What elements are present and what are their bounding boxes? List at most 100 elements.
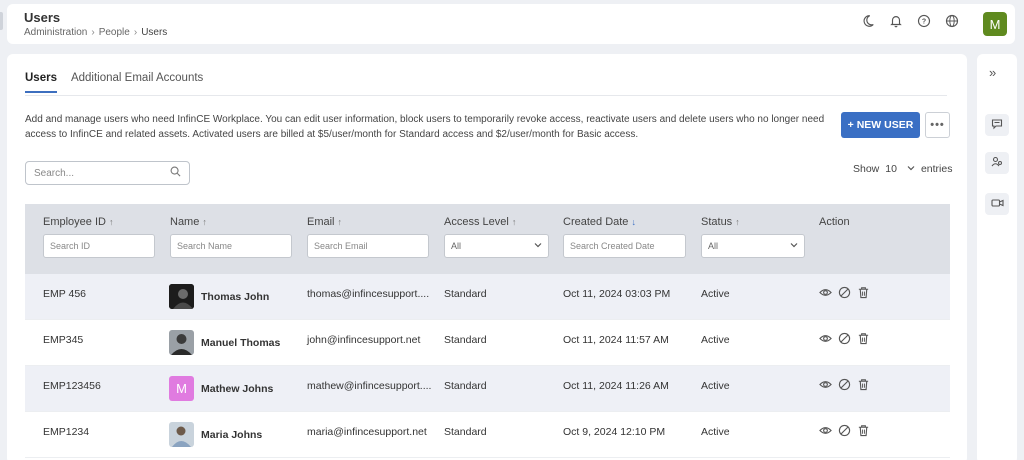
block-icon[interactable] (838, 286, 851, 302)
filter-name[interactable] (170, 234, 292, 258)
block-icon[interactable] (838, 332, 851, 348)
trash-icon[interactable] (857, 378, 870, 394)
filter-status-value: All (708, 241, 719, 251)
eye-icon[interactable] (819, 332, 832, 348)
row-actions (819, 286, 870, 302)
breadcrumb-administration[interactable]: Administration (24, 27, 87, 38)
sort-arrow-icon[interactable]: ↑ (109, 217, 114, 227)
column-name[interactable]: Name ↑ (170, 216, 207, 228)
filter-email[interactable] (307, 234, 429, 258)
search-box[interactable] (25, 161, 190, 185)
eye-icon[interactable] (819, 378, 832, 394)
cell-access-level: Standard (444, 380, 487, 392)
filter-name-input[interactable] (177, 241, 285, 251)
sort-arrow-icon[interactable]: ↑ (202, 217, 207, 227)
filter-status-select[interactable]: All (701, 234, 805, 258)
filter-id-input[interactable] (50, 241, 148, 251)
user-name: Mathew Johns (201, 382, 274, 395)
tab-additional-email-accounts[interactable]: Additional Email Accounts (71, 72, 203, 93)
users-table: Employee ID ↑ Name ↑ Email ↑ Access Level ↑ … (25, 204, 950, 458)
cell-status: Active (701, 334, 730, 346)
cell-access-level: Standard (444, 334, 487, 346)
trash-icon[interactable] (857, 332, 870, 348)
table-row[interactable]: EMP123456 M Mathew Johns mathew@infinces… (25, 366, 950, 412)
page-description: Add and manage users who need InfinCE Wo… (25, 114, 825, 140)
table-row[interactable]: EMP345 Manuel Thomas john@infincesupport… (25, 320, 950, 366)
cell-employee-id: EMP123456 (43, 380, 101, 392)
table-header: Employee ID ↑ Name ↑ Email ↑ Access Level ↑ … (25, 204, 950, 274)
filter-employee-id[interactable] (43, 234, 155, 258)
search-input[interactable] (34, 167, 154, 179)
breadcrumb-users: Users (141, 27, 168, 38)
column-label: Employee ID (43, 216, 106, 228)
filter-access-value: All (451, 241, 462, 251)
cell-name: M Mathew Johns (169, 376, 273, 401)
trash-icon[interactable] (857, 424, 870, 440)
video-rail-button[interactable] (985, 193, 1009, 215)
chat-icon (991, 118, 1003, 133)
filter-access-level-select[interactable]: All (444, 234, 549, 258)
table-row[interactable]: EMP1234 Maria Johns maria@infincesupport… (25, 412, 950, 458)
chevron-down-icon (534, 240, 542, 252)
cell-email: mathew@infincesupport.... (307, 380, 432, 392)
sort-arrow-icon[interactable]: ↑ (735, 217, 740, 227)
column-label: Email (307, 216, 335, 228)
more-icon: ••• (930, 119, 945, 131)
entries-select[interactable]: 10 (885, 163, 915, 175)
filter-created-date[interactable] (563, 234, 686, 258)
chevron-right-icon: › (133, 27, 138, 38)
column-label: Name (170, 216, 200, 228)
people-icon (991, 156, 1003, 171)
filter-email-input[interactable] (314, 241, 422, 251)
breadcrumb-people[interactable]: People (99, 27, 130, 38)
column-created-date[interactable]: Created Date ↓ (563, 216, 636, 228)
contacts-rail-button[interactable] (985, 152, 1009, 174)
eye-icon[interactable] (819, 286, 832, 302)
cell-status: Active (701, 426, 730, 438)
user-avatar[interactable]: M (983, 12, 1007, 36)
filter-created-input[interactable] (570, 241, 679, 251)
user-name: Manuel Thomas (201, 336, 281, 349)
column-employee-id[interactable]: Employee ID ↑ (43, 216, 113, 228)
row-actions (819, 332, 870, 348)
chevron-right-icon: › (91, 27, 95, 38)
column-status[interactable]: Status ↑ (701, 216, 740, 228)
moon-icon[interactable] (860, 13, 876, 29)
user-name: Thomas John (201, 290, 270, 303)
column-label: Created Date (563, 216, 629, 228)
sort-arrow-icon[interactable]: ↑ (338, 217, 343, 227)
bell-icon[interactable] (888, 13, 904, 29)
new-user-button[interactable]: + NEW USER (841, 112, 920, 138)
help-icon[interactable]: ? (916, 13, 932, 29)
trash-icon[interactable] (857, 286, 870, 302)
table-row[interactable]: EMP 456 Thomas John thomas@infincesuppor… (25, 274, 950, 320)
user-initial-avatar: M (169, 376, 194, 401)
row-actions (819, 424, 870, 440)
more-options-button[interactable]: ••• (925, 112, 950, 138)
cell-status: Active (701, 288, 730, 300)
sort-arrow-icon[interactable]: ↑ (512, 217, 517, 227)
left-panel-handle[interactable] (0, 12, 3, 30)
search-icon[interactable] (170, 166, 181, 180)
tab-users[interactable]: Users (25, 72, 57, 93)
header-icons: ? (860, 13, 960, 29)
column-email[interactable]: Email ↑ (307, 216, 342, 228)
column-access-level[interactable]: Access Level ↑ (444, 216, 516, 228)
cell-email: maria@infincesupport.net (307, 426, 427, 438)
expand-panel-icon[interactable]: » (989, 65, 996, 80)
block-icon[interactable] (838, 378, 851, 394)
entries-control: Show 10 entries (853, 163, 952, 175)
show-label: Show (853, 163, 880, 175)
globe-icon[interactable] (944, 13, 960, 29)
cell-status: Active (701, 380, 730, 392)
cell-employee-id: EMP345 (43, 334, 84, 346)
block-icon[interactable] (838, 424, 851, 440)
cell-email: thomas@infincesupport.... (307, 288, 430, 300)
chevron-down-icon (907, 163, 915, 175)
eye-icon[interactable] (819, 424, 832, 440)
sort-arrow-down-icon[interactable]: ↓ (631, 217, 636, 227)
cell-name: Manuel Thomas (169, 330, 280, 355)
chat-rail-button[interactable] (985, 114, 1009, 136)
top-header: Users Administration › People › Users ? … (7, 4, 1015, 44)
user-name: Maria Johns (201, 428, 263, 441)
